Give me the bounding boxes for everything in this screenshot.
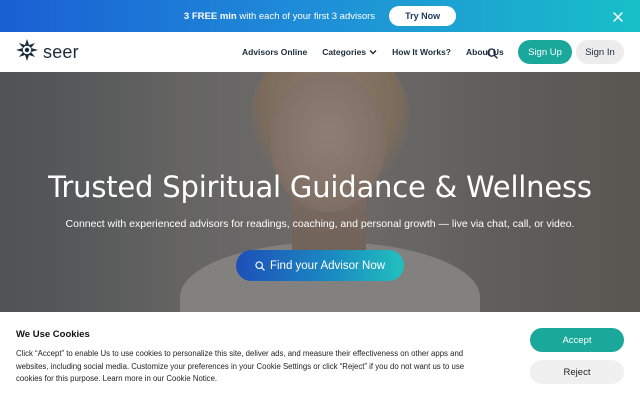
cookie-title: We Use Cookies [16,329,90,340]
nav-about-us[interactable]: About Us [466,47,504,57]
promo-banner: 3 FREE min with each of your first 3 adv… [0,0,640,32]
find-advisor-button[interactable]: Find your Advisor Now [236,250,404,281]
hero-title: Trusted Spiritual Guidance & Wellness [48,170,592,204]
promo-text-rest: with each of your first 3 advisors [236,10,376,22]
top-nav: seer Advisors Online Categories How It W… [0,32,640,72]
logo-icon [16,39,38,66]
reject-button[interactable]: Reject [530,360,624,384]
nav-categories-label: Categories [322,47,367,57]
sign-up-button[interactable]: Sign Up [518,40,572,64]
promo-text: 3 FREE min with each of your first 3 adv… [184,11,375,22]
hero-section: Trusted Spiritual Guidance & Wellness Co… [0,72,640,312]
search-icon[interactable] [487,46,498,64]
nav-categories[interactable]: Categories [322,47,377,57]
close-icon[interactable] [612,10,624,22]
chevron-down-icon [369,47,377,57]
hero-subtitle: Connect with experienced advisors for re… [65,218,575,230]
nav-links: Advisors Online Categories How It Works?… [242,32,519,72]
nav-how-it-works[interactable]: How It Works? [392,47,451,57]
try-now-button[interactable]: Try Now [389,6,457,26]
find-advisor-label: Find your Advisor Now [269,259,386,272]
logo[interactable]: seer [16,39,79,66]
promo-highlight: 3 FREE min [183,10,237,22]
accept-button[interactable]: Accept [530,328,624,352]
cookie-banner: We Use Cookies Click “Accept” to enable … [0,312,640,400]
sign-in-button[interactable]: Sign In [576,40,624,64]
nav-advisors-online[interactable]: Advisors Online [242,47,307,57]
logo-text: seer [43,42,79,62]
search-icon [255,260,265,271]
cookie-text: Click “Accept” to enable Us to use cooki… [16,349,465,383]
